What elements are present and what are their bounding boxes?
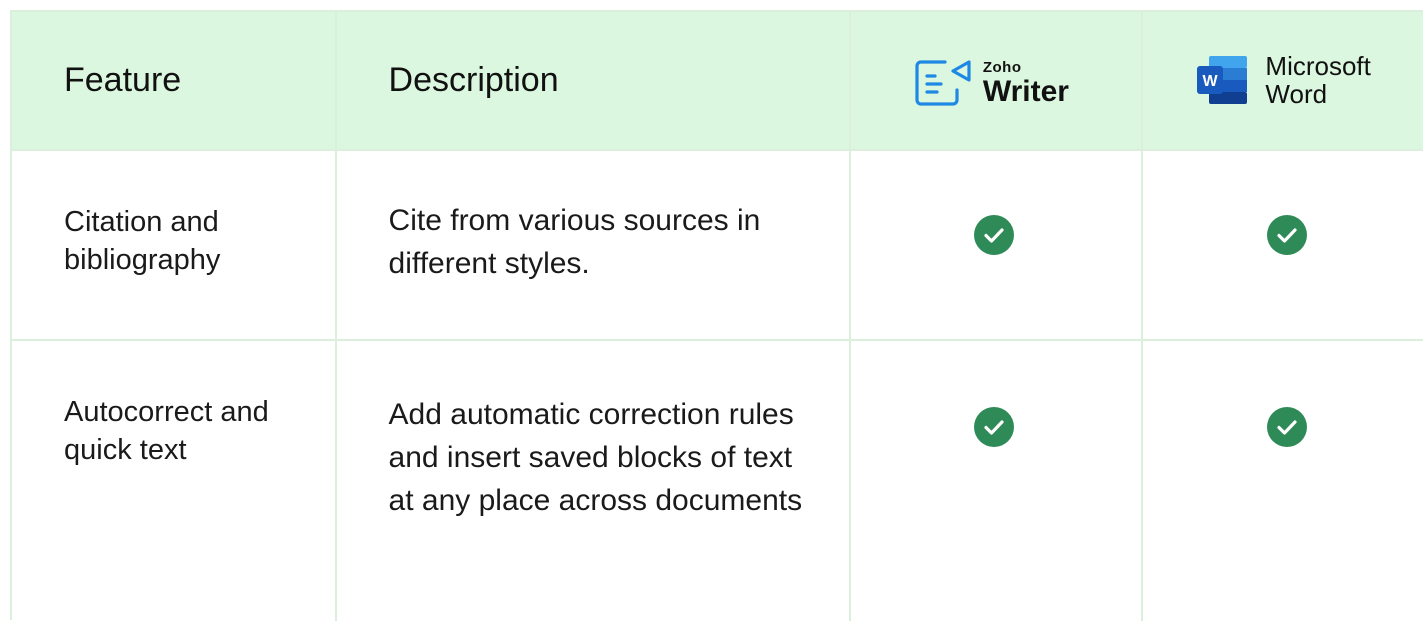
description-cell: Add automatic correction rules and inser… [337, 341, 851, 621]
svg-text:W: W [1203, 73, 1219, 90]
feature-name: Citation and bibliography [64, 206, 221, 276]
check-circle-icon [1267, 215, 1308, 255]
table-row: Citation and bibliography Cite from vari… [12, 151, 1423, 341]
header-description-label: Description [388, 61, 559, 99]
check-circle-icon [1267, 407, 1308, 447]
word-support-cell [1143, 341, 1423, 621]
writer-brand-label: Writer [982, 74, 1069, 108]
feature-description: Add automatic correction rules and inser… [388, 398, 803, 517]
feature-cell: Autocorrect and quick text [12, 341, 337, 621]
table-header-row: Feature Description Zoho Writer W Micros… [12, 12, 1423, 151]
feature-cell: Citation and bibliography [12, 151, 337, 339]
microsoft-word-logo: W Microsoft Word [1195, 52, 1371, 108]
microsoft-word-wordmark: Microsoft Word [1265, 52, 1370, 108]
description-cell: Cite from various sources in different s… [337, 151, 851, 339]
zoho-support-cell [851, 341, 1144, 621]
header-microsoft-word-cell: W Microsoft Word [1143, 12, 1423, 149]
check-circle-icon [973, 215, 1014, 255]
table-row: Autocorrect and quick text Add automatic… [12, 341, 1423, 621]
header-feature-label: Feature [64, 61, 182, 99]
header-zoho-writer-cell: Zoho Writer [851, 12, 1144, 149]
feature-description: Cite from various sources in different s… [388, 204, 761, 280]
zoho-brand-label: Zoho [982, 58, 1022, 76]
feature-name: Autocorrect and quick text [64, 396, 269, 466]
zoho-writer-logo: Zoho Writer [915, 56, 1069, 110]
microsoft-word-logo-icon: W [1197, 56, 1248, 104]
zoho-support-cell [851, 151, 1144, 339]
comparison-table: Feature Description Zoho Writer W Micros… [10, 10, 1423, 621]
word-support-cell [1143, 151, 1423, 339]
header-description-cell: Description [337, 12, 851, 149]
header-feature-cell: Feature [12, 12, 337, 149]
check-circle-icon [973, 407, 1014, 447]
zoho-writer-logo-icon [915, 60, 971, 106]
word-label: Word [1265, 79, 1328, 109]
microsoft-label: Microsoft [1265, 51, 1371, 81]
zoho-writer-wordmark: Zoho Writer [983, 60, 1069, 107]
